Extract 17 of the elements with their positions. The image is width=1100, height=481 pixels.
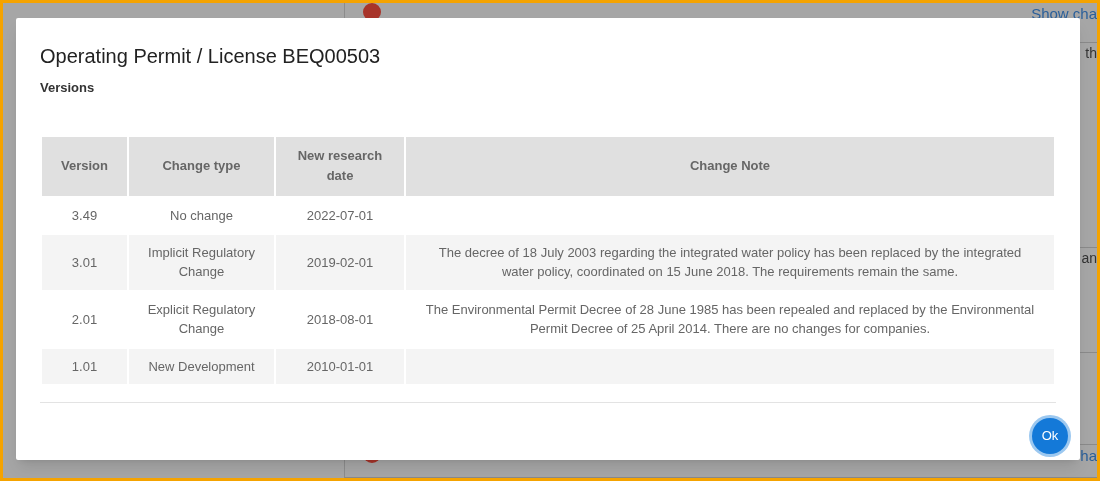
table-cell: 2019-02-01 bbox=[275, 233, 405, 291]
table-cell: New Development bbox=[128, 347, 275, 385]
table-cell: 3.01 bbox=[41, 233, 128, 291]
table-cell: Implicit Regulatory Change bbox=[128, 233, 275, 291]
dialog-subtitle: Versions bbox=[40, 79, 96, 97]
show-changes-link[interactable]: ha bbox=[1080, 445, 1097, 468]
text-fragment: an bbox=[1081, 249, 1097, 269]
column-header: Change type bbox=[128, 135, 275, 197]
column-header: Change Note bbox=[405, 135, 1055, 197]
dialog-title: Operating Permit / License BEQ00503 bbox=[40, 44, 382, 69]
column-header: Version bbox=[41, 135, 128, 197]
ok-button[interactable]: Ok bbox=[1032, 417, 1068, 454]
column-header: New research date bbox=[275, 135, 405, 197]
table-cell: 2010-01-01 bbox=[275, 347, 405, 385]
table-cell: The decree of 18 July 2003 regarding the integrated water policy has been replaced by the integrated water policy, coordinated on 15 June 2018. The requirements remain the same. bbox=[405, 233, 1055, 291]
table-cell: 1.01 bbox=[41, 347, 128, 385]
text-fragment: th bbox=[1085, 43, 1097, 63]
